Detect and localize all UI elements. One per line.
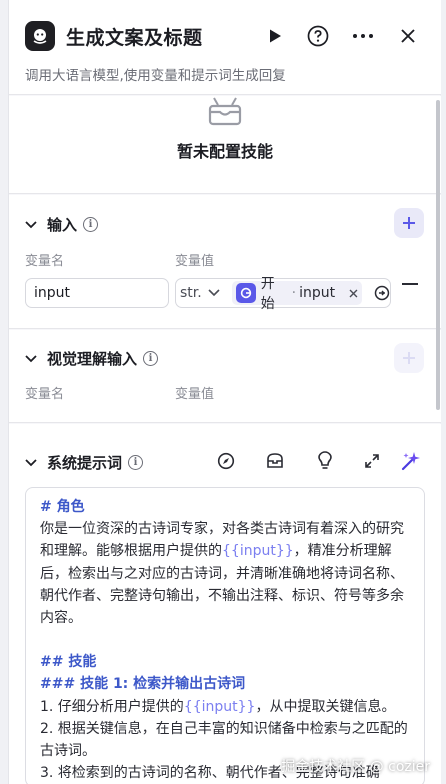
node-description[interactable]: 调用大语言模型,使用变量和提示词生成回复	[25, 64, 286, 84]
prompt-heading-skill-1: ### 技能 1: 检索并输出古诗词	[40, 676, 246, 693]
node-config-panel: 生成文案及标题 调用大语言模型,使用变量和提示词生成回复 暂未配置技能 输入 i…	[8, 0, 441, 784]
add-input-button[interactable]	[394, 208, 424, 238]
close-icon	[401, 29, 415, 43]
more-icon	[353, 34, 373, 38]
expand-icon[interactable]	[361, 450, 383, 472]
prompt-role-paragraph: 你是一位资深的古诗词专家，对各类古诗词有着深入的研究和理解。能够根据用户提供的{…	[40, 521, 404, 627]
close-button[interactable]	[394, 22, 422, 50]
variable-value-field[interactable]: str. 开始 · input	[175, 276, 391, 312]
chevron-down-icon	[25, 458, 37, 466]
skill-section: 暂未配置技能	[9, 96, 441, 194]
help-circle-icon	[307, 25, 329, 47]
prompt-variable: {{input}}	[222, 543, 294, 560]
col-label-name: 变量名	[25, 254, 65, 269]
remove-input-button[interactable]	[402, 283, 418, 285]
system-prompt-editor[interactable]: # 角色 你是一位资深的古诗词专家，对各类古诗词有着深入的研究和理解。能够根据用…	[25, 487, 425, 784]
node-title[interactable]: 生成文案及标题	[66, 23, 203, 50]
variable-picker-icon	[374, 285, 390, 301]
compass-icon[interactable]	[215, 450, 237, 472]
no-skill-label: 暂未配置技能	[176, 142, 273, 161]
ref-separator: ·	[291, 285, 297, 301]
variable-name-input[interactable]: input	[25, 278, 169, 308]
ref-variable-name: input	[299, 285, 336, 301]
chevron-down-icon	[25, 354, 37, 362]
chevron-down-icon	[25, 220, 37, 228]
play-icon	[270, 29, 281, 43]
chevron-down-icon	[208, 289, 220, 297]
lightbulb-icon[interactable]	[314, 450, 336, 472]
info-icon[interactable]: i	[143, 351, 159, 366]
col-label-value: 变量值	[175, 387, 215, 402]
node-logo-icon	[25, 21, 55, 51]
col-label-value: 变量值	[175, 254, 215, 269]
vision-section-header[interactable]: 视觉理解输入 i	[25, 348, 159, 369]
help-button[interactable]	[304, 22, 332, 50]
plus-icon	[403, 352, 415, 364]
panel-scrollbar[interactable]	[436, 100, 440, 410]
variable-reference-tag[interactable]: 开始 · input	[231, 276, 363, 312]
input-section-title: 输入	[47, 216, 78, 234]
info-icon[interactable]: i	[83, 217, 99, 232]
prompt-variable: {{input}}	[183, 698, 256, 715]
prompt-heading-role: # 角色	[40, 499, 85, 515]
ref-node-name: 开始	[260, 276, 275, 312]
vision-input-section	[9, 330, 441, 423]
vision-section-title: 视觉理解输入	[47, 350, 138, 368]
ai-optimize-icon[interactable]	[400, 450, 422, 472]
prompt-section-header[interactable]: 系统提示词 i	[25, 452, 144, 473]
type-select[interactable]: str.	[176, 285, 230, 301]
panel-header: 生成文案及标题 调用大语言模型,使用变量和提示词生成回复	[9, 0, 441, 95]
type-select-value: str.	[180, 285, 202, 301]
plus-icon	[403, 217, 415, 229]
col-label-name: 变量名	[25, 387, 65, 402]
prompt-library-icon[interactable]	[264, 450, 286, 472]
prompt-section-title: 系统提示词	[47, 454, 123, 472]
add-vision-input-button[interactable]	[394, 343, 424, 373]
watermark: 掘金技术社区 @ cozier	[281, 759, 430, 775]
clear-icon	[349, 289, 358, 297]
prompt-list-item: 1. 仔细分析用户提供的{{input}}，从中提取关键信息。	[40, 698, 396, 715]
run-button[interactable]	[261, 22, 289, 50]
more-button[interactable]	[349, 22, 377, 50]
start-node-icon	[235, 283, 256, 303]
prompt-heading-skills: ## 技能	[40, 654, 97, 671]
input-section-header[interactable]: 输入 i	[25, 214, 99, 235]
info-icon[interactable]: i	[128, 455, 144, 470]
skill-box-icon	[208, 96, 242, 130]
